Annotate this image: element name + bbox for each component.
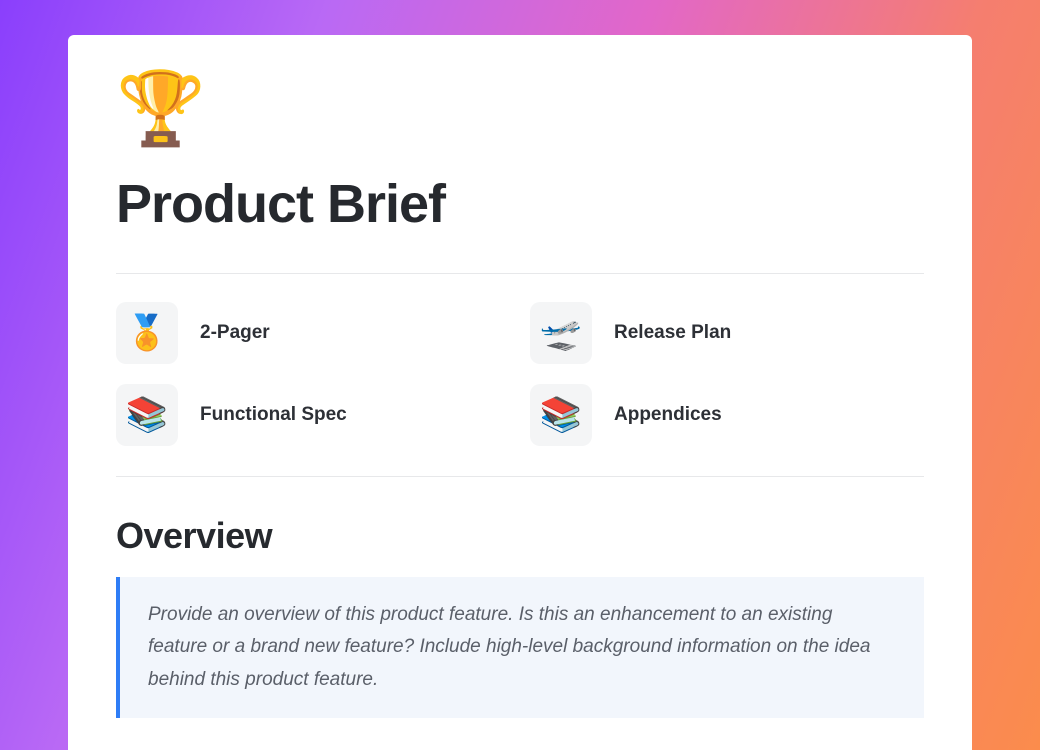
divider-bottom xyxy=(116,476,924,477)
airplane-icon: 🛫 xyxy=(530,302,592,364)
overview-heading: Overview xyxy=(116,515,924,557)
medal-icon: 🏅 xyxy=(116,302,178,364)
nav-label: Release Plan xyxy=(614,322,731,344)
books-icon: 📚 xyxy=(530,384,592,446)
nav-item-release-plan[interactable]: 🛫 Release Plan xyxy=(530,302,924,364)
nav-grid: 🏅 2-Pager 🛫 Release Plan 📚 Functional Sp… xyxy=(116,274,924,476)
nav-label: Functional Spec xyxy=(200,404,347,426)
overview-callout: Provide an overview of this product feat… xyxy=(116,577,924,718)
nav-label: 2-Pager xyxy=(200,322,270,344)
overview-callout-text: Provide an overview of this product feat… xyxy=(148,599,896,696)
nav-label: Appendices xyxy=(614,404,722,426)
nav-item-functional-spec[interactable]: 📚 Functional Spec xyxy=(116,384,510,446)
nav-item-2-pager[interactable]: 🏅 2-Pager xyxy=(116,302,510,364)
trophy-icon: 🏆 xyxy=(116,73,924,145)
page-title: Product Brief xyxy=(116,173,924,235)
document-page: 🏆 Product Brief 🏅 2-Pager 🛫 Release Plan… xyxy=(68,35,972,750)
books-icon: 📚 xyxy=(116,384,178,446)
nav-item-appendices[interactable]: 📚 Appendices xyxy=(530,384,924,446)
